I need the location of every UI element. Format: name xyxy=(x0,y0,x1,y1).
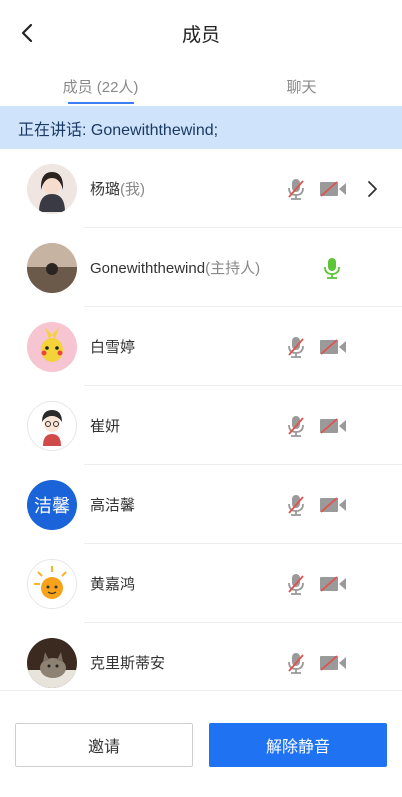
chevron-right-icon[interactable] xyxy=(360,177,384,201)
mic-muted-icon[interactable] xyxy=(284,335,308,359)
top-bar: 成员 xyxy=(0,0,402,66)
page-title: 成员 xyxy=(181,24,220,46)
speaking-banner: 正在讲话: Gonewiththewind; xyxy=(0,106,402,149)
tab-chat[interactable]: 聊天 xyxy=(201,66,402,106)
camera-off-icon[interactable] xyxy=(318,572,348,596)
avatar: 洁馨 xyxy=(27,479,77,530)
member-row[interactable]: 崔妍 xyxy=(0,386,402,465)
member-row[interactable]: 白雪婷 xyxy=(0,307,402,386)
back-button[interactable] xyxy=(12,18,42,48)
mic-muted-icon[interactable] xyxy=(284,414,308,438)
avatar xyxy=(27,558,77,609)
member-name: 高洁馨 xyxy=(90,497,136,514)
unmute-button[interactable]: 解除静音 xyxy=(209,723,387,767)
mic-muted-icon[interactable] xyxy=(284,572,308,596)
avatar xyxy=(27,637,77,688)
tab-bar: 成员 (22人) 聊天 xyxy=(0,66,402,106)
bottom-action-bar: 邀请 解除静音 xyxy=(0,690,402,797)
mic-active-icon[interactable] xyxy=(320,256,344,280)
camera-off-icon[interactable] xyxy=(318,651,348,675)
tab-members[interactable]: 成员 (22人) xyxy=(0,66,201,106)
member-row[interactable]: 洁馨 高洁馨 xyxy=(0,465,402,544)
member-row[interactable]: Gonewiththewind(主持人) xyxy=(0,228,402,307)
camera-off-icon[interactable] xyxy=(318,493,348,517)
camera-off-icon[interactable] xyxy=(318,335,348,359)
avatar xyxy=(27,400,77,451)
avatar xyxy=(27,321,77,372)
member-row[interactable]: 杨璐(我) xyxy=(0,149,402,228)
member-row[interactable]: 黄嘉鸿 xyxy=(0,544,402,623)
member-name: 白雪婷 xyxy=(90,339,136,356)
avatar xyxy=(27,242,77,293)
member-name: Gonewiththewind(主持人) xyxy=(90,260,261,277)
camera-off-icon[interactable] xyxy=(318,177,348,201)
member-name: 杨璐(我) xyxy=(90,181,146,198)
mic-muted-icon[interactable] xyxy=(284,177,308,201)
member-name: 崔妍 xyxy=(90,418,121,435)
member-name: 克里斯蒂安 xyxy=(90,655,166,672)
avatar xyxy=(27,163,77,214)
chevron-left-icon xyxy=(21,23,33,43)
member-name: 黄嘉鸿 xyxy=(90,576,136,593)
mic-muted-icon[interactable] xyxy=(284,493,308,517)
camera-off-icon[interactable] xyxy=(318,414,348,438)
mic-muted-icon[interactable] xyxy=(284,651,308,675)
invite-button[interactable]: 邀请 xyxy=(15,723,193,767)
member-list: 杨璐(我) Gonewiththewind(主持人) 白雪婷 崔妍 洁馨 高洁馨… xyxy=(0,149,402,702)
